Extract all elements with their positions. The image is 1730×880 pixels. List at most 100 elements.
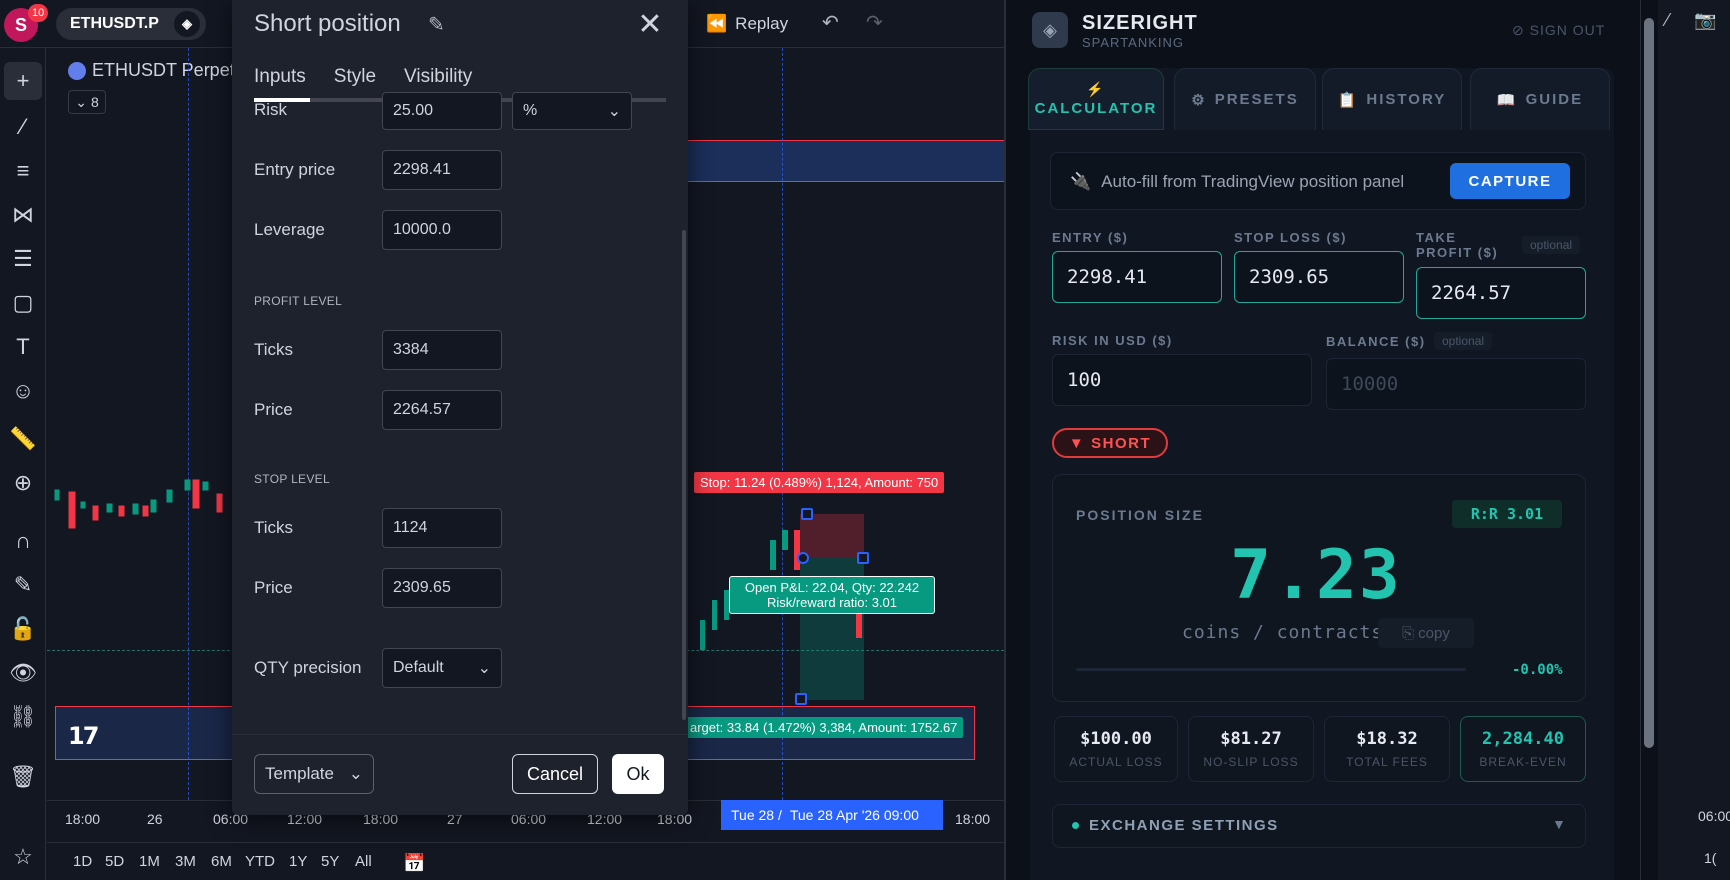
tab-guide[interactable]: 📖 GUIDE [1470, 68, 1610, 130]
exchange-settings-label: EXCHANGE SETTINGS [1089, 817, 1279, 834]
camera-icon[interactable]: 📷 [1694, 10, 1716, 31]
forecast-icon[interactable]: ☰ [4, 240, 42, 278]
panel-scrollbar[interactable] [1640, 0, 1658, 880]
risk-usd-input[interactable]: 100 [1052, 354, 1312, 406]
range-ytd[interactable]: YTD [245, 853, 275, 870]
cancel-button[interactable]: Cancel [512, 754, 598, 794]
star-icon[interactable]: ☆ [4, 838, 42, 876]
brush-icon[interactable]: ⁄ [1666, 10, 1669, 31]
stat-label: BREAK-EVEN [1479, 755, 1567, 769]
tab-presets[interactable]: ⚙ PRESETS [1174, 68, 1316, 130]
tab-calculator[interactable]: ⚡ CALCULATOR [1028, 68, 1164, 130]
risk-unit-select[interactable]: % ⌄ [512, 92, 632, 130]
sign-out-button[interactable]: ⊘ SIGN OUT [1512, 22, 1605, 39]
range-all[interactable]: All [355, 853, 372, 870]
take-profit-label-1: TAKE [1416, 230, 1457, 245]
fib-lines-icon[interactable]: ≡ [4, 152, 42, 190]
candles-left [54, 479, 223, 529]
tab-presets-label: PRESETS [1214, 91, 1299, 108]
range-1y[interactable]: 1Y [289, 853, 307, 870]
symbol-search[interactable]: ETHUSDT.P ◈ [56, 8, 206, 40]
stop-ticks-input[interactable]: 1124 [382, 508, 502, 548]
replay-button[interactable]: ⏪ Replay [706, 12, 788, 36]
link-icon[interactable]: ⛓ [4, 698, 42, 736]
range-fragment: 1( [1704, 850, 1717, 866]
shape-icon[interactable]: ▢ [4, 284, 42, 322]
stop-loss-input[interactable]: 2309.65 [1234, 251, 1404, 303]
emoji-icon[interactable]: ☺ [4, 372, 42, 410]
pattern-icon[interactable]: ⋈ [4, 196, 42, 234]
tab-history[interactable]: 📋 HISTORY [1322, 68, 1462, 130]
app-title: SIZERIGHT [1082, 12, 1198, 34]
position-size-label: POSITION SIZE [1076, 507, 1204, 523]
undo-icon[interactable]: ↶ [822, 10, 839, 35]
time-tick: 26 [147, 811, 163, 827]
lock-icon[interactable]: 🔓 [4, 610, 42, 648]
text-icon[interactable]: T [4, 328, 42, 366]
slippage-track [1076, 668, 1466, 671]
lightning-icon: ⚡ [1086, 81, 1106, 97]
autofill-text-row: 🔌 Auto-fill from TradingView position pa… [1070, 172, 1404, 192]
entry-input[interactable]: 2298.41 [1052, 251, 1222, 303]
pencil-lock-icon[interactable]: ✎ [4, 566, 42, 604]
profit-price-input[interactable]: 2264.57 [382, 390, 502, 430]
position-handle-top[interactable] [801, 508, 813, 520]
range-3m[interactable]: 3M [175, 853, 196, 870]
calendar-icon[interactable]: 📅 [403, 853, 425, 874]
ruler-icon[interactable]: 📏 [4, 420, 42, 458]
eye-icon[interactable]: 👁 [4, 654, 42, 692]
tab-visibility[interactable]: Visibility [404, 66, 472, 88]
stop-ticks-label: Ticks [254, 518, 294, 537]
magnet-icon[interactable]: ∩ [4, 522, 42, 560]
template-button[interactable]: Template ⌄ [254, 754, 374, 794]
trendline-icon[interactable]: ⁄ [4, 108, 42, 146]
stat-value: $100.00 [1080, 729, 1152, 749]
rr-badge: R:R 3.01 [1452, 500, 1562, 528]
crosshair-icon[interactable]: + [4, 62, 42, 100]
tradingview-logo: 17 [68, 722, 99, 750]
entry-handle[interactable] [797, 552, 809, 564]
leverage-input[interactable]: 10000.0 [382, 210, 502, 250]
redo-icon[interactable]: ↷ [866, 10, 883, 35]
qty-precision-value: Default [393, 659, 444, 676]
tab-style[interactable]: Style [334, 66, 376, 88]
optional-badge: optional [1434, 332, 1493, 350]
range-1m[interactable]: 1M [139, 853, 160, 870]
dialog-scrollbar[interactable] [682, 230, 686, 720]
range-6m[interactable]: 6M [211, 853, 232, 870]
tab-inputs[interactable]: Inputs [254, 66, 306, 88]
stat-actual-loss: $100.00 ACTUAL LOSS [1054, 716, 1178, 782]
risk-input[interactable]: 25.00 [382, 92, 502, 130]
stop-price-label: Price [254, 578, 293, 597]
entry-price-input[interactable]: 2298.41 [382, 150, 502, 190]
scrollbar-thumb[interactable] [1644, 18, 1654, 748]
pencil-icon[interactable]: ✎ [428, 12, 445, 37]
range-5d[interactable]: 5D [105, 853, 124, 870]
stat-label: TOTAL FEES [1346, 755, 1428, 769]
target-handle[interactable] [795, 693, 807, 705]
balance-input[interactable]: 10000 [1326, 358, 1586, 410]
close-icon[interactable]: ✕ [632, 6, 668, 42]
direction-badge[interactable]: ▼ SHORT [1052, 428, 1168, 458]
width-handle[interactable] [857, 552, 869, 564]
copy-button[interactable]: ⎘ copy [1378, 618, 1474, 648]
indicator-collapse[interactable]: ⌄ 8 [68, 90, 106, 114]
pnl-line-1: Open P&L: 22.04, Qty: 22.242 [744, 580, 920, 595]
copy-label: copy [1418, 624, 1450, 642]
stop-price-input[interactable]: 2309.65 [382, 568, 502, 608]
capture-button[interactable]: CAPTURE [1450, 163, 1570, 199]
range-1d[interactable]: 1D [73, 853, 92, 870]
zoom-icon[interactable]: ⊕ [4, 464, 42, 502]
symbol-label: ETHUSDT.P [70, 15, 159, 32]
take-profit-input[interactable]: 2264.57 [1416, 267, 1586, 319]
collapse-count: 8 [90, 94, 99, 110]
diamond-icon[interactable]: ◈ [174, 11, 200, 37]
stat-no-slip-loss: $81.27 NO-SLIP LOSS [1188, 716, 1314, 782]
trash-icon[interactable]: 🗑 [4, 758, 42, 796]
autofill-text: Auto-fill from TradingView position pane… [1101, 172, 1405, 191]
chevron-down-icon[interactable]: ▼ [1552, 816, 1566, 832]
ok-button[interactable]: Ok [612, 754, 664, 794]
profit-ticks-input[interactable]: 3384 [382, 330, 502, 370]
qty-precision-select[interactable]: Default ⌄ [382, 648, 502, 688]
range-5y[interactable]: 5Y [321, 853, 339, 870]
